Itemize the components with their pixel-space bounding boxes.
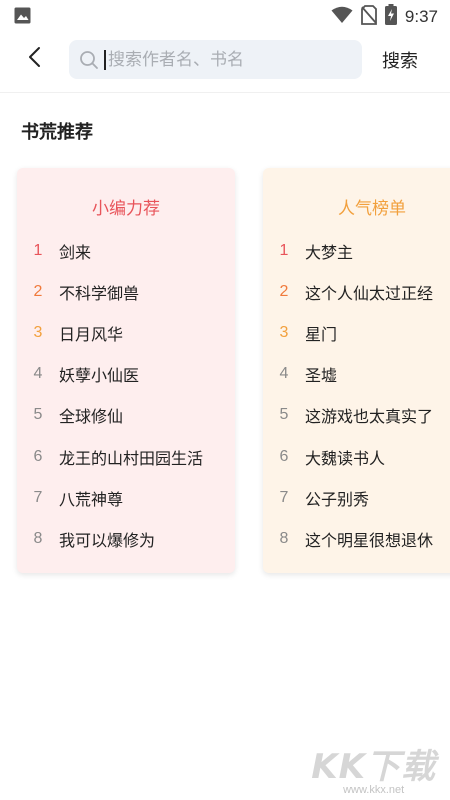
search-input[interactable]: [104, 49, 362, 70]
rank-number: 3: [279, 323, 289, 341]
rank-number: 1: [279, 241, 289, 259]
back-button[interactable]: [20, 44, 50, 74]
rank-number: 1: [33, 241, 43, 259]
book-item[interactable]: 4 妖孽小仙医: [17, 354, 235, 395]
watermark-logo: KK下载: [311, 747, 436, 787]
rank-number: 2: [279, 282, 289, 300]
book-item[interactable]: 1 大梦主: [263, 230, 450, 271]
book-title: 我可以爆修为: [59, 530, 156, 550]
book-title: 大魏读书人: [305, 448, 386, 468]
rank-number: 4: [33, 365, 43, 383]
search-button[interactable]: 搜索: [382, 47, 418, 73]
rank-number: 6: [279, 447, 289, 465]
book-title: 大梦主: [305, 242, 354, 262]
book-item[interactable]: 7 八荒神尊: [17, 477, 235, 518]
book-item[interactable]: 4 圣墟: [263, 354, 450, 395]
book-list: 1 大梦主 2 这个人仙太过正经 3 星门 4 圣墟 5 这游戏也太真实了 6 …: [263, 230, 450, 560]
image-icon: [14, 7, 31, 28]
book-list: 1 剑来 2 不科学御兽 3 日月风华 4 妖孽小仙医 5 全球修仙 6 龙王的…: [17, 230, 235, 560]
book-item[interactable]: 6 大魏读书人: [263, 436, 450, 477]
chevron-left-icon: [28, 46, 42, 72]
rank-number: 7: [279, 488, 289, 506]
book-title: 全球修仙: [59, 407, 124, 427]
book-title: 龙王的山村田园生活: [59, 448, 204, 468]
book-title: 圣墟: [305, 366, 338, 386]
rank-number: 8: [33, 529, 43, 547]
book-item[interactable]: 5 全球修仙: [17, 395, 235, 436]
search-screen: 9:37 搜索 书荒推荐 小编力荐: [0, 0, 450, 800]
rank-number: 5: [33, 406, 43, 424]
book-title: 八荒神尊: [59, 489, 124, 509]
rank-number: 6: [33, 447, 43, 465]
book-item[interactable]: 8 这个明星很想退休: [263, 518, 450, 559]
status-bar: 9:37: [0, 0, 450, 30]
section-title: 书荒推荐: [21, 122, 93, 143]
book-title: 日月风华: [59, 324, 124, 344]
book-title: 这个人仙太过正经: [305, 283, 434, 303]
card-title: 小编力荐: [92, 199, 160, 219]
editor-picks-card: 小编力荐 1 剑来 2 不科学御兽 3 日月风华 4 妖孽小仙医 5 全球修仙: [17, 168, 235, 573]
book-item[interactable]: 6 龙王的山村田园生活: [17, 436, 235, 477]
watermark: KK下载 www.kkx.net: [311, 739, 436, 796]
battery-charging-icon: [384, 4, 397, 29]
rank-number: 3: [33, 323, 43, 341]
book-title: 星门: [305, 324, 338, 344]
book-item[interactable]: 7 公子别秀: [263, 477, 450, 518]
book-item[interactable]: 2 这个人仙太过正经: [263, 271, 450, 312]
book-title: 不科学御兽: [59, 283, 140, 303]
rank-number: 4: [279, 365, 289, 383]
book-title: 妖孽小仙医: [59, 366, 140, 386]
card-title: 人气榜单: [338, 199, 406, 219]
popularity-ranking-card: 人气榜单 1 大梦主 2 这个人仙太过正经 3 星门 4 圣墟 5 这游戏也太真…: [263, 168, 450, 573]
book-title: 这游戏也太真实了: [305, 407, 434, 427]
wifi-icon: [331, 6, 353, 28]
book-title: 这个明星很想退休: [305, 530, 434, 550]
status-time: 9:37: [404, 6, 438, 26]
no-sim-icon: [361, 4, 377, 29]
book-item[interactable]: 3 星门: [263, 312, 450, 353]
book-item[interactable]: 1 剑来: [17, 230, 235, 271]
status-icons: 9:37: [331, 4, 438, 29]
book-item[interactable]: 2 不科学御兽: [17, 271, 235, 312]
search-header: 搜索: [0, 30, 450, 93]
rank-number: 8: [279, 529, 289, 547]
book-item[interactable]: 5 这游戏也太真实了: [263, 395, 450, 436]
book-title: 剑来: [59, 242, 92, 262]
rank-number: 2: [33, 282, 43, 300]
search-icon: [79, 50, 99, 70]
book-item[interactable]: 3 日月风华: [17, 312, 235, 353]
rank-number: 7: [33, 488, 43, 506]
rank-number: 5: [279, 406, 289, 424]
search-box[interactable]: [69, 40, 362, 79]
book-item[interactable]: 8 我可以爆修为: [17, 518, 235, 559]
book-title: 公子别秀: [305, 489, 370, 509]
